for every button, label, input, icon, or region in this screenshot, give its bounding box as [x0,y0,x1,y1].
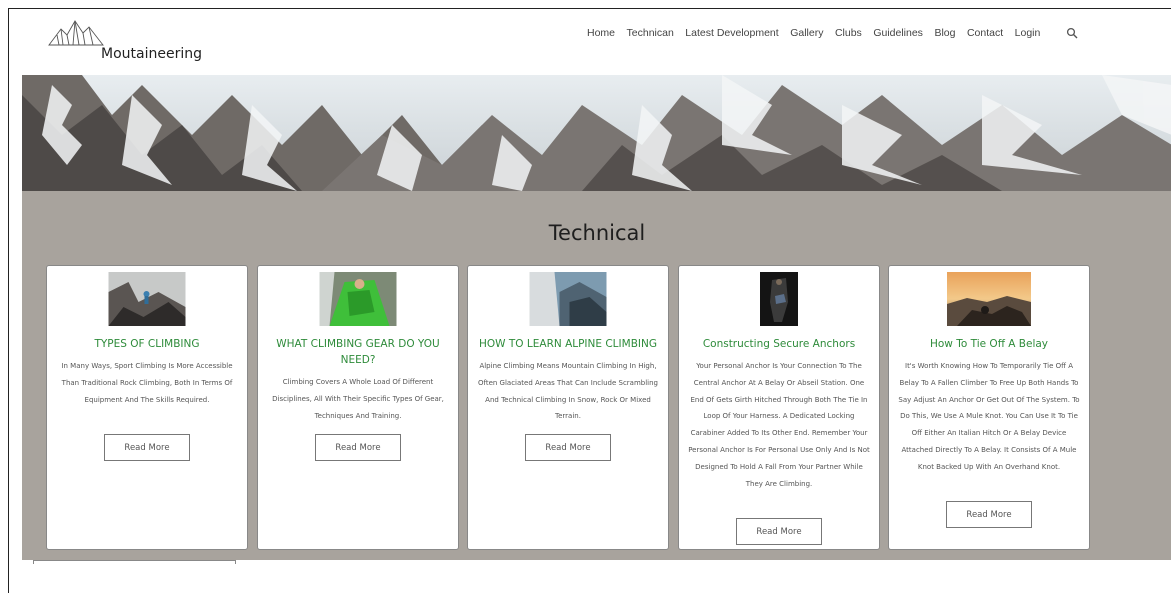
read-more-button[interactable]: Read More [315,434,401,461]
hero-banner [22,75,1171,191]
card-image-anchors [760,272,798,326]
card-title[interactable]: Constructing Secure Anchors [687,336,871,352]
nav-contact[interactable]: Contact [967,27,1003,39]
card-text: Your Personal Anchor Is Your Connection … [688,362,870,488]
snowy-mountains-image [22,75,1171,191]
nav-home[interactable]: Home [587,27,615,39]
card-text: Climbing Covers A Whole Load Of Differen… [272,378,444,420]
nav-clubs[interactable]: Clubs [835,27,862,39]
card-types-of-climbing: TYPES OF CLIMBING In Many Ways, Sport Cl… [46,265,248,550]
card-image-rock-climber [108,272,186,326]
brand-name[interactable]: Moutaineering [101,46,202,62]
card-title[interactable]: WHAT CLIMBING GEAR DO YOU NEED? [266,336,450,368]
card-title[interactable]: How To Tie Off A Belay [897,336,1081,352]
card-secure-anchors: Constructing Secure Anchors Your Persona… [678,265,880,550]
card-title[interactable]: HOW TO LEARN ALPINE CLIMBING [476,336,660,352]
main-nav: Home Technican Latest Development Galler… [587,27,1078,39]
card-climbing-gear: WHAT CLIMBING GEAR DO YOU NEED? Climbing… [257,265,459,550]
mountain-logo-icon[interactable] [47,17,107,47]
card-text: Alpine Climbing Means Mountain Climbing … [477,362,658,421]
card-title[interactable]: TYPES OF CLIMBING [55,336,239,352]
search-icon[interactable] [1066,27,1078,39]
card-image-climbing-gear [319,272,397,326]
technical-section: Technical TYPES OF CLIMBING In Many Ways… [22,191,1171,560]
card-text: It's Worth Knowing How To Temporarily Ti… [898,362,1080,471]
read-more-button[interactable]: Read More [525,434,611,461]
card-image-belay-sunset [947,272,1031,326]
page-frame: Moutaineering Home Technican Latest Deve… [8,8,1171,593]
nav-blog[interactable]: Blog [934,27,955,39]
site-header: Moutaineering Home Technican Latest Deve… [9,9,1171,75]
read-more-button[interactable]: Read More [104,434,190,461]
nav-latest-development[interactable]: Latest Development [685,27,778,39]
section-title: Technical [548,221,646,245]
card-text: In Many Ways, Sport Climbing Is More Acc… [61,362,233,404]
card-image-alpine-climbing [529,272,607,326]
card-alpine-climbing: HOW TO LEARN ALPINE CLIMBING Alpine Clim… [467,265,669,550]
card-partial-next-row [33,560,236,564]
nav-gallery[interactable]: Gallery [790,27,823,39]
nav-guidelines[interactable]: Guidelines [873,27,923,39]
nav-login[interactable]: Login [1015,27,1041,39]
nav-technican[interactable]: Technican [627,27,674,39]
read-more-button[interactable]: Read More [736,518,822,545]
read-more-button[interactable]: Read More [946,501,1032,528]
card-tie-off-belay: How To Tie Off A Belay It's Worth Knowin… [888,265,1090,550]
